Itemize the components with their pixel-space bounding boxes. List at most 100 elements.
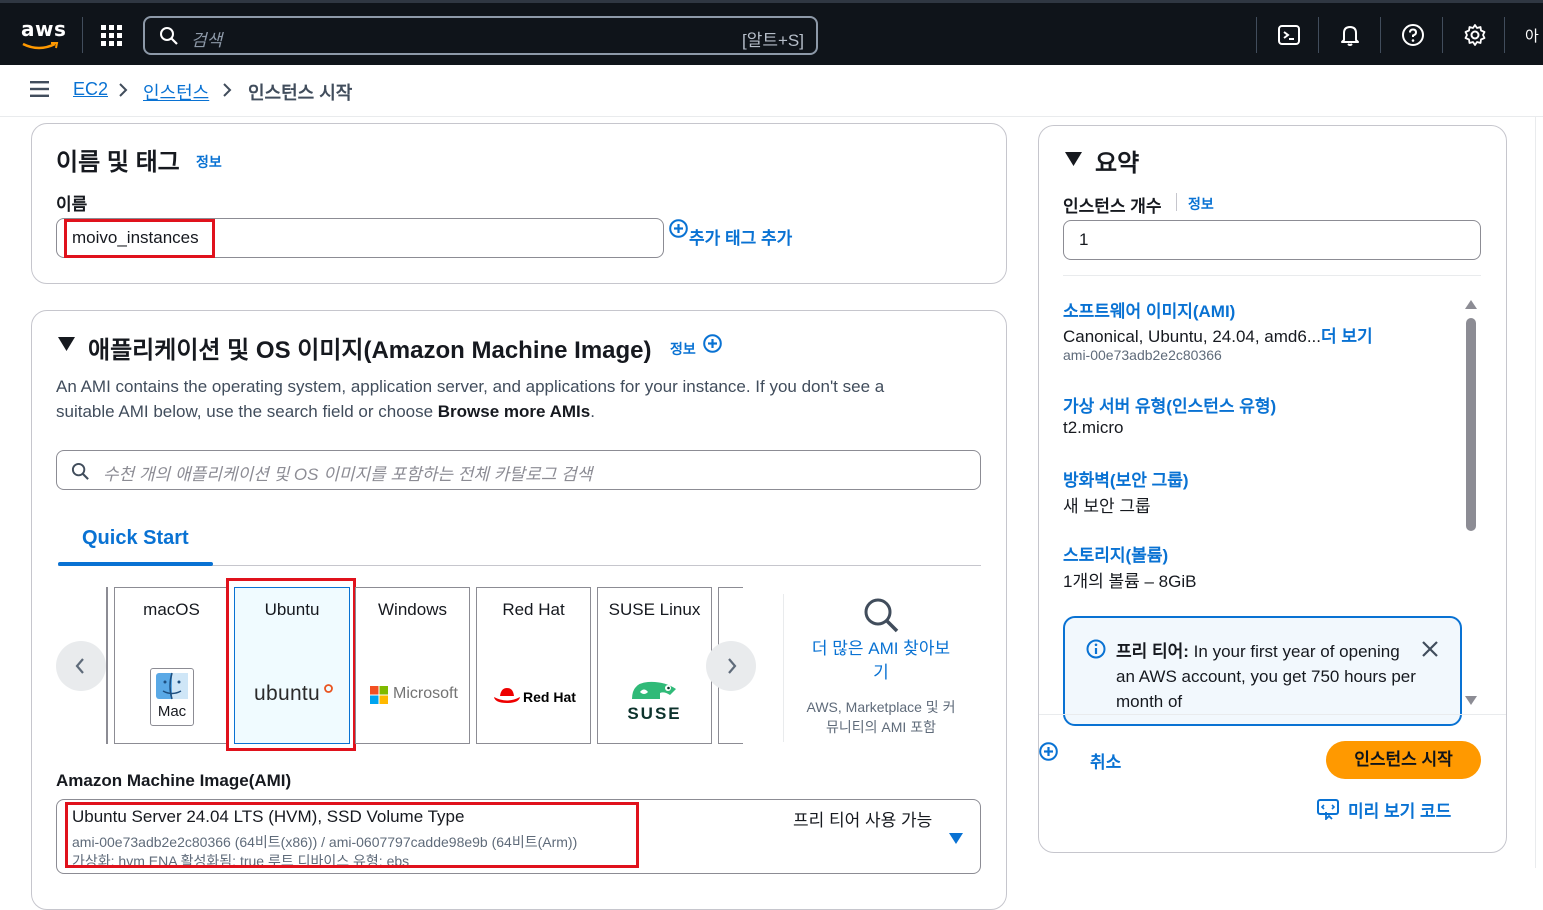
page-scrollbar[interactable] xyxy=(1535,117,1543,868)
summary-software-image-link[interactable]: 소프트웨어 이미지(AMI) xyxy=(1063,297,1235,322)
os-card-label: SUSE Linux xyxy=(608,600,701,619)
free-tier-alert: 프리 티어: In your first year of opening an … xyxy=(1063,616,1462,726)
highlight-box xyxy=(226,578,356,751)
red-hat-logo-text: Red Hat xyxy=(523,689,576,705)
search-placeholder: 검색 xyxy=(191,31,223,50)
desc-text: suitable AMI below, use the search field… xyxy=(56,402,438,421)
highlight-box xyxy=(64,219,215,258)
top-navigation-bar: aws 검색 [알트+S] 아 xyxy=(0,0,1543,65)
tab-quick-start[interactable]: Quick Start xyxy=(82,527,189,550)
free-tier-alert-title: 프리 티어: xyxy=(1116,642,1189,661)
chevron-right-icon xyxy=(728,658,737,674)
summary-firewall-link[interactable]: 방화벽(보안 그룹) xyxy=(1063,466,1189,491)
summary-storage-link[interactable]: 스토리지(볼륨) xyxy=(1063,541,1168,566)
search-icon xyxy=(71,462,89,480)
name-tags-title: 이름 및 태그 xyxy=(56,149,180,176)
finder-icon xyxy=(156,672,188,700)
carousel-prev-button[interactable] xyxy=(56,641,106,691)
summary-instance-type-value: t2.micro xyxy=(1063,418,1124,437)
search-icon[interactable] xyxy=(862,596,900,634)
divider xyxy=(1176,193,1177,211)
preview-code-link[interactable]: 미리 보기 코드 xyxy=(1348,797,1451,822)
launch-instance-button[interactable]: 인스턴스 시작 xyxy=(1326,741,1481,779)
ami-section-title: 애플리케이션 및 OS 이미지(Amazon Machine Image) xyxy=(88,337,652,364)
caret-down-icon xyxy=(949,833,963,844)
global-search-input[interactable]: 검색 [알트+S] xyxy=(143,16,818,55)
summary-software-image-id: ami-00e73adb2e2c80366 xyxy=(1063,347,1222,363)
caret-down-icon[interactable] xyxy=(58,337,75,351)
scroll-up-arrow-icon[interactable] xyxy=(1465,300,1477,309)
preview-code-icon xyxy=(1317,799,1339,820)
cancel-button[interactable]: 취소 xyxy=(1090,748,1121,773)
free-tier-eligible-text: 프리 티어 사용 가능 xyxy=(793,811,933,830)
summary-storage-value: 1개의 볼륨 – 8GiB xyxy=(1063,572,1197,591)
scrollbar-thumb[interactable] xyxy=(1466,318,1476,531)
summary-instance-type-link[interactable]: 가상 서버 유형(인스턴스 유형) xyxy=(1063,392,1276,417)
os-card-suse[interactable]: SUSE Linux SUSE xyxy=(597,587,712,744)
chevron-right-icon xyxy=(119,83,128,97)
breadcrumb-ec2[interactable]: EC2 xyxy=(73,79,108,100)
chevron-left-icon xyxy=(75,658,84,674)
hamburger-menu-icon[interactable] xyxy=(30,81,49,97)
os-card-windows[interactable]: Windows Microsoft xyxy=(355,587,470,744)
close-icon[interactable] xyxy=(1421,640,1439,658)
bell-icon[interactable] xyxy=(1338,23,1362,47)
aws-smile-icon xyxy=(22,42,59,50)
grid-icon[interactable] xyxy=(101,25,123,47)
carousel-next-button[interactable] xyxy=(706,641,756,691)
divider xyxy=(1256,17,1257,53)
instance-count-label: 인스턴스 개수 xyxy=(1063,197,1162,216)
carousel-edge xyxy=(106,587,108,744)
breadcrumb-current: 인스턴스 시작 xyxy=(248,83,353,103)
divider xyxy=(1380,17,1381,53)
mac-logo-text: Mac xyxy=(157,703,187,720)
help-icon[interactable] xyxy=(1401,23,1425,47)
ami-catalog-search-input[interactable]: 수천 개의 애플리케이션 및 OS 이미지를 포함하는 전체 카탈로그 검색 xyxy=(56,450,981,490)
scroll-down-arrow-icon[interactable] xyxy=(1465,696,1477,705)
browse-more-amis-link[interactable]: 더 많은 AMI 찾아보기 xyxy=(805,637,957,685)
ami-select-label: Amazon Machine Image(AMI) xyxy=(56,771,292,790)
divider xyxy=(1039,714,1506,715)
see-more-link[interactable]: 더 보기 xyxy=(1321,327,1373,346)
browse-more-amis-text: Browse more AMIs xyxy=(437,402,591,421)
ami-info-link[interactable]: 정보 xyxy=(670,339,696,359)
ami-search-placeholder: 수천 개의 애플리케이션 및 OS 이미지를 포함하는 전체 카탈로그 검색 xyxy=(103,465,593,484)
gear-icon[interactable] xyxy=(1463,23,1487,47)
free-tier-alert-text: 프리 티어: In your first year of opening an … xyxy=(1116,639,1416,714)
os-card-red-hat[interactable]: Red Hat Red Hat xyxy=(476,587,591,744)
aws-logo[interactable]: aws xyxy=(20,17,66,51)
caret-down-icon[interactable] xyxy=(1065,152,1082,166)
divider xyxy=(82,17,83,53)
divider xyxy=(783,594,784,742)
suse-logo-text: SUSE xyxy=(627,704,682,723)
breadcrumb-instances[interactable]: 인스턴스 xyxy=(143,79,209,105)
red-hat-logo-icon xyxy=(494,688,520,703)
summary-title: 요약 xyxy=(1095,150,1140,177)
search-shortcut-hint: [알트+S] xyxy=(742,31,804,50)
instance-count-info-link[interactable]: 정보 xyxy=(1188,194,1214,214)
microsoft-logo-icon xyxy=(370,686,388,704)
divider xyxy=(1504,17,1505,53)
plus-circle-icon[interactable] xyxy=(669,219,688,238)
plus-circle-icon[interactable] xyxy=(1039,742,1058,761)
divider xyxy=(1063,275,1481,276)
os-card-label: macOS xyxy=(143,600,200,619)
cloudshell-icon[interactable] xyxy=(1277,23,1301,47)
chevron-right-icon xyxy=(223,83,232,97)
instance-count-input[interactable]: 1 xyxy=(1063,220,1481,260)
desc-text: . xyxy=(590,402,595,421)
ami-description-line2: suitable AMI below, use the search field… xyxy=(56,399,986,424)
account-menu[interactable]: 아 xyxy=(1525,25,1539,46)
software-image-text: Canonical, Ubuntu, 24.04, amd6... xyxy=(1063,327,1321,346)
os-card-macos[interactable]: macOS Mac xyxy=(114,587,229,744)
name-label: 이름 xyxy=(56,195,88,214)
name-tags-info-link[interactable]: 정보 xyxy=(196,152,222,172)
ami-description: An AMI contains the operating system, ap… xyxy=(56,374,986,424)
search-icon xyxy=(160,27,178,45)
plus-circle-icon[interactable] xyxy=(703,334,722,353)
divider xyxy=(1442,17,1443,53)
highlight-box xyxy=(65,802,639,868)
summary-scrollbar[interactable] xyxy=(1464,300,1478,708)
microsoft-logo-text: Microsoft xyxy=(393,685,458,702)
add-tag-link[interactable]: 추가 태그 추가 xyxy=(689,224,792,249)
